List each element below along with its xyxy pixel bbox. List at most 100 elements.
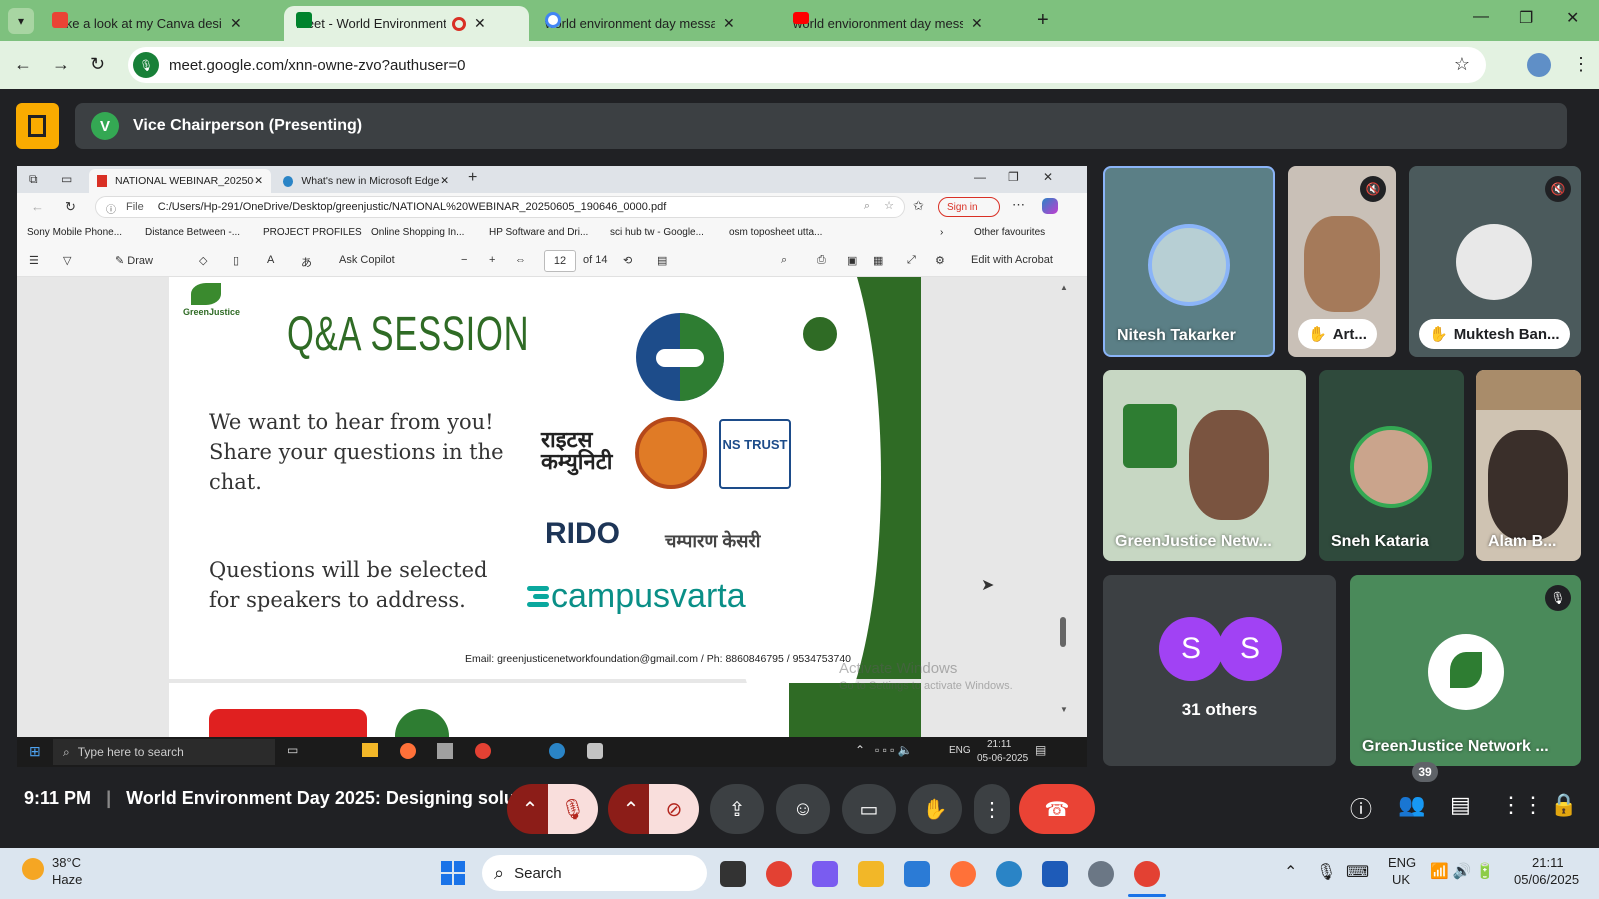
edge-tab-whats-new[interactable]: What's new in Microsoft Edge ✕	[275, 169, 457, 193]
sign-in-button[interactable]: Sign in	[938, 197, 1000, 217]
chrome-icon[interactable]	[475, 743, 491, 759]
favorites-icon[interactable]: ✩	[913, 198, 924, 214]
present-screen-button[interactable]: ⇪	[710, 784, 764, 834]
erase-icon[interactable]: ◇	[199, 254, 207, 267]
activities-grid-icon[interactable]: ⋮⋮	[1500, 792, 1544, 818]
participant-tile[interactable]: Alam B...	[1476, 370, 1581, 561]
close-window-icon[interactable]: ✕	[1566, 8, 1579, 28]
taskbar-search-box[interactable]: ⌕ Search	[482, 855, 707, 891]
favorite-link[interactable]: Distance Between -...	[145, 227, 240, 238]
raise-hand-button[interactable]: ✋	[908, 784, 962, 834]
workspaces-icon[interactable]: ⧉	[29, 172, 38, 187]
settings-gear-icon[interactable]: ⚙	[935, 254, 945, 267]
address-bar[interactable]: 🎙 meet.google.com/xnn-owne-zvo?authuser=…	[128, 47, 1486, 83]
participant-tile[interactable]: Nitesh Takarker	[1103, 166, 1275, 357]
task-view-icon[interactable]: ▭	[287, 743, 298, 757]
fit-page-icon[interactable]: ⇔	[515, 254, 526, 266]
weather-description[interactable]: Haze	[52, 872, 82, 887]
read-aloud-icon[interactable]: A	[267, 254, 274, 266]
other-favourites-folder[interactable]: Other favourites	[974, 227, 1045, 238]
file-explorer-icon[interactable]	[362, 743, 378, 757]
draw-tool[interactable]: ✎ Draw	[115, 254, 153, 267]
captions-button[interactable]: ▭	[842, 784, 896, 834]
close-window-icon[interactable]: ✕	[1043, 170, 1053, 184]
edge-tab-pdf[interactable]: NATIONAL WEBINAR_20250605_ ✕	[89, 169, 271, 193]
chat-icon[interactable]: ▤	[1450, 792, 1471, 818]
weather-temperature[interactable]: 38°C	[52, 855, 81, 870]
scroll-down-icon[interactable]: ▼	[1060, 705, 1068, 714]
microphone-icon[interactable]: 🎙	[1316, 862, 1336, 882]
inner-search-box[interactable]: ⌕ Type here to search	[53, 739, 275, 765]
tab-actions-icon[interactable]: ▭	[61, 172, 72, 186]
chevron-right-icon[interactable]: ›	[940, 227, 943, 238]
app-icon[interactable]	[587, 743, 603, 759]
more-options-icon[interactable]: ⋯	[1012, 197, 1025, 213]
close-tab-icon[interactable]: ✕	[971, 15, 983, 32]
rotate-icon[interactable]: ⟲	[623, 254, 632, 267]
view-icon[interactable]: ▯	[233, 254, 239, 267]
ask-copilot-button[interactable]: Ask Copilot	[339, 254, 395, 266]
favorite-link[interactable]: HP Software and Dri...	[489, 227, 588, 238]
close-tab-icon[interactable]: ✕	[723, 15, 735, 32]
page-number-input[interactable]: 12	[544, 250, 576, 272]
layout-toggle-button[interactable]	[16, 103, 59, 149]
tab-search-button[interactable]: ▾	[8, 8, 34, 34]
favorite-link[interactable]: sci hub tw - Google...	[610, 227, 704, 238]
browser-tab-youtube[interactable]: world envioronment day messa ✕	[781, 6, 1026, 41]
wifi-volume-battery-icons[interactable]: 📶 🔊 🔋	[1430, 862, 1494, 880]
weather-sun-icon[interactable]	[22, 858, 44, 880]
close-tab-icon[interactable]: ✕	[230, 15, 242, 32]
page-view-icon[interactable]: ▤	[657, 254, 667, 267]
taskbar-clock-time[interactable]: 21:11	[1532, 855, 1564, 870]
microphone-toggle-button[interactable]: 🎙	[548, 784, 598, 834]
chevron-up-icon[interactable]: ⌃	[1284, 862, 1297, 882]
favorite-link[interactable]: osm toposheet utta...	[729, 227, 822, 238]
fullscreen-icon[interactable]: ⤢	[907, 254, 916, 267]
taskbar-clock-date[interactable]: 05/06/2025	[1514, 872, 1579, 887]
profile-avatar-icon[interactable]	[1527, 53, 1551, 77]
search-icon[interactable]: ⌕	[781, 254, 787, 267]
copilot-icon[interactable]	[812, 861, 838, 887]
favorite-link[interactable]: Sony Mobile Phone...	[27, 227, 122, 238]
participant-tile[interactable]: Sneh Kataria	[1319, 370, 1464, 561]
inner-clock-date[interactable]: 05-06-2025	[977, 753, 1028, 764]
new-tab-icon[interactable]: +	[1037, 9, 1049, 32]
browser-tab-google[interactable]: world environment day messag ✕	[533, 6, 778, 41]
tray-icons[interactable]: ▫ ▫ ▫ 🔈	[875, 743, 913, 757]
microphone-in-use-icon[interactable]: 🎙	[133, 52, 159, 78]
keyboard-icon[interactable]: ⌨	[1346, 862, 1369, 882]
host-controls-lock-icon[interactable]: 🔒	[1550, 792, 1577, 818]
reload-icon[interactable]: ↻	[65, 199, 76, 215]
favorite-link[interactable]: Online Shopping In...	[371, 227, 464, 238]
windows-start-icon[interactable]	[441, 861, 465, 885]
copilot-icon[interactable]	[1042, 198, 1058, 214]
more-options-button[interactable]: ⋮	[974, 784, 1010, 834]
firefox-icon[interactable]	[400, 743, 416, 759]
inner-clock-time[interactable]: 21:11	[987, 739, 1011, 750]
browser-menu-icon[interactable]: ⋮	[1572, 54, 1590, 75]
others-tile[interactable]: S S 31 others	[1103, 575, 1336, 766]
windows-start-icon[interactable]: ⊞	[29, 743, 41, 760]
back-arrow-icon[interactable]: ←	[14, 54, 32, 75]
participant-tile[interactable]: 🎙 GreenJustice Network ...	[1350, 575, 1581, 766]
chrome-active-icon[interactable]	[1134, 861, 1160, 887]
participant-tile[interactable]: 🔇 ✋ Art...	[1288, 166, 1396, 357]
chrome-icon[interactable]	[766, 861, 792, 887]
edit-with-acrobat-button[interactable]: Edit with Acrobat	[971, 254, 1053, 266]
inner-language[interactable]: ENG	[949, 745, 971, 756]
minimize-icon[interactable]: —	[974, 170, 986, 184]
task-view-icon[interactable]	[720, 861, 746, 887]
store-icon[interactable]	[437, 743, 453, 759]
reload-icon[interactable]: ↻	[90, 54, 105, 75]
meeting-details-icon[interactable]: ⓘ	[1350, 792, 1372, 824]
scroll-up-icon[interactable]: ▲	[1060, 283, 1068, 292]
forward-arrow-icon[interactable]: →	[52, 54, 70, 75]
reactions-button[interactable]: ☺	[776, 784, 830, 834]
bookmark-star-icon[interactable]: ☆	[1454, 54, 1470, 75]
restore-icon[interactable]: ❐	[1519, 8, 1533, 28]
leave-call-button[interactable]: ☎	[1019, 784, 1095, 834]
remote-desktop-icon[interactable]	[904, 861, 930, 887]
close-tab-icon[interactable]: ✕	[254, 175, 263, 187]
edge-address-bar[interactable]: ⓘ File C:/Users/Hp-291/OneDrive/Desktop/…	[95, 196, 905, 218]
pdf-scrollbar[interactable]: ▲ ▼	[1059, 277, 1069, 737]
